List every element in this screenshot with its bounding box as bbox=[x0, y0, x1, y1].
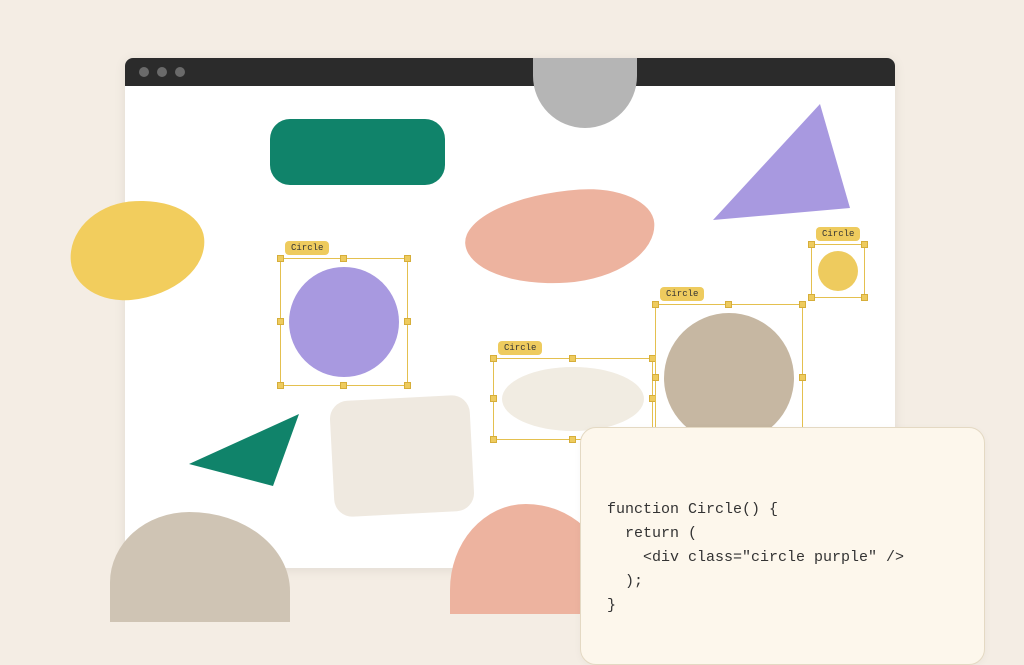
resize-handle-icon[interactable] bbox=[861, 241, 868, 248]
resize-handle-icon[interactable] bbox=[277, 382, 284, 389]
maximize-icon[interactable] bbox=[175, 67, 185, 77]
circle-shape-purple[interactable] bbox=[289, 267, 399, 377]
rectangle-shape-gray[interactable] bbox=[329, 394, 475, 517]
blob-shape-yellow[interactable] bbox=[65, 194, 210, 306]
selection-label: Circle bbox=[660, 287, 704, 301]
close-icon[interactable] bbox=[139, 67, 149, 77]
resize-handle-icon[interactable] bbox=[725, 301, 732, 308]
resize-handle-icon[interactable] bbox=[490, 436, 497, 443]
resize-handle-icon[interactable] bbox=[569, 355, 576, 362]
resize-handle-icon[interactable] bbox=[277, 255, 284, 262]
resize-handle-icon[interactable] bbox=[490, 395, 497, 402]
ellipse-shape-cream[interactable] bbox=[502, 367, 644, 431]
code-output-panel: function Circle() {return (<div class="c… bbox=[580, 427, 985, 665]
resize-handle-icon[interactable] bbox=[277, 318, 284, 325]
resize-handle-icon[interactable] bbox=[808, 241, 815, 248]
selection-label: Circle bbox=[498, 341, 542, 355]
resize-handle-icon[interactable] bbox=[404, 318, 411, 325]
code-line: return ( bbox=[607, 522, 958, 546]
selection-label: Circle bbox=[816, 227, 860, 241]
resize-handle-icon[interactable] bbox=[799, 301, 806, 308]
selection-label: Circle bbox=[285, 241, 329, 255]
circle-shape-yellow[interactable] bbox=[818, 251, 858, 291]
triangle-shape-purple[interactable] bbox=[705, 100, 855, 240]
blob-shape-tan[interactable] bbox=[110, 512, 290, 622]
selection-box[interactable]: Circle bbox=[811, 244, 865, 298]
resize-handle-icon[interactable] bbox=[652, 301, 659, 308]
rectangle-shape[interactable] bbox=[270, 119, 445, 185]
circle-shape-tan[interactable] bbox=[664, 313, 794, 443]
code-line: <div class="circle purple" /> bbox=[607, 546, 958, 570]
resize-handle-icon[interactable] bbox=[490, 355, 497, 362]
resize-handle-icon[interactable] bbox=[652, 374, 659, 381]
resize-handle-icon[interactable] bbox=[569, 436, 576, 443]
resize-handle-icon[interactable] bbox=[861, 294, 868, 301]
code-line: } bbox=[607, 594, 958, 618]
resize-handle-icon[interactable] bbox=[799, 374, 806, 381]
resize-handle-icon[interactable] bbox=[340, 255, 347, 262]
window-titlebar bbox=[125, 58, 895, 86]
resize-handle-icon[interactable] bbox=[340, 382, 347, 389]
minimize-icon[interactable] bbox=[157, 67, 167, 77]
blob-shape-pink[interactable] bbox=[462, 184, 658, 289]
half-circle-shape[interactable] bbox=[533, 58, 637, 128]
code-line: function Circle() { bbox=[607, 498, 958, 522]
code-line: ); bbox=[607, 570, 958, 594]
resize-handle-icon[interactable] bbox=[404, 382, 411, 389]
resize-handle-icon[interactable] bbox=[808, 294, 815, 301]
resize-handle-icon[interactable] bbox=[404, 255, 411, 262]
selection-box[interactable]: Circle bbox=[280, 258, 408, 386]
triangle-shape-green[interactable] bbox=[179, 386, 309, 496]
